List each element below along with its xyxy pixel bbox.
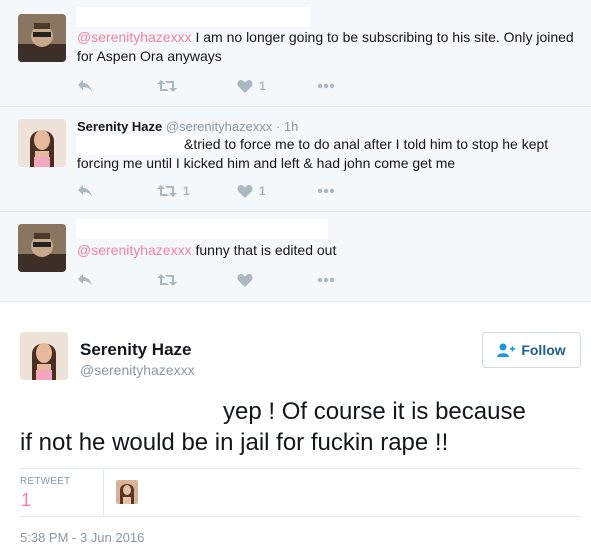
mention-link[interactable]: @serenityhazexxx <box>77 29 192 45</box>
reply-text: @serenityhazexxx funny that is edited ou… <box>77 242 337 258</box>
redaction-box <box>76 219 328 239</box>
retweet-count: 1 <box>183 184 190 198</box>
author-name[interactable]: Serenity Haze <box>77 119 162 134</box>
reply-action[interactable] <box>77 273 157 287</box>
redaction-box <box>76 7 310 27</box>
reply-tweet-3[interactable]: @serenityhazexxx funny that is edited ou… <box>0 212 591 302</box>
tweet-actions: 1 <box>77 76 357 96</box>
more-action[interactable] <box>317 188 357 194</box>
tweet-time[interactable]: · 1h <box>276 119 298 134</box>
reply-text-line: &tried to force me to do anal after I to… <box>184 136 549 152</box>
like-action[interactable]: 1 <box>237 79 317 93</box>
avatar[interactable] <box>20 332 68 380</box>
more-icon <box>317 277 335 283</box>
retweet-action[interactable] <box>157 273 237 287</box>
reply-icon <box>78 274 92 286</box>
retweet-icon <box>157 185 177 197</box>
reply-tweet-2[interactable]: Serenity Haze @serenityhazexxx · 1h &tri… <box>0 107 591 212</box>
retweeter-avatar[interactable] <box>116 480 138 504</box>
tweet-body-line: yep ! Of course it is because <box>223 398 526 425</box>
retweet-icon <box>157 274 177 286</box>
like-action[interactable]: 1 <box>237 184 317 198</box>
tweet-body-line: if not he would be in jail for fuckin ra… <box>20 429 449 456</box>
reply-text: &tried to force me to do anal after I to… <box>77 135 577 173</box>
tweet-actions: 1 1 <box>77 181 357 201</box>
like-count: 1 <box>259 79 266 93</box>
main-tweet: Serenity Haze @serenityhazexxx Follow ye… <box>0 302 591 558</box>
tweet-actions <box>77 270 357 290</box>
mention-link[interactable]: @serenityhazexxx <box>77 242 192 258</box>
like-count: 1 <box>259 184 266 198</box>
add-user-icon <box>497 343 516 357</box>
heart-icon <box>237 185 253 198</box>
avatar[interactable] <box>18 14 66 62</box>
reply-header: Serenity Haze @serenityhazexxx · 1h <box>77 119 298 134</box>
like-action[interactable] <box>237 273 317 287</box>
more-action[interactable] <box>317 83 357 89</box>
divider <box>20 516 581 517</box>
retweet-icon <box>157 80 177 92</box>
reply-icon <box>78 185 92 197</box>
reply-text-line: forcing me until I kicked him and left &… <box>77 155 456 171</box>
author-handle[interactable]: @serenityhazexxx <box>80 362 195 378</box>
author-handle[interactable]: @serenityhazexxx <box>166 119 272 134</box>
reply-action[interactable] <box>77 184 157 198</box>
heart-icon <box>237 274 253 287</box>
tweet-timestamp[interactable]: 5:38 PM - 3 Jun 2016 <box>20 530 144 545</box>
follow-button[interactable]: Follow <box>482 332 581 368</box>
heart-icon <box>237 80 253 93</box>
avatar[interactable] <box>18 119 66 167</box>
divider <box>20 468 581 469</box>
more-icon <box>317 83 335 89</box>
retweet-action[interactable]: 1 <box>157 184 237 198</box>
avatar[interactable] <box>18 224 66 272</box>
reply-icon <box>78 80 92 92</box>
retweet-action[interactable] <box>157 79 237 93</box>
divider <box>103 469 104 516</box>
reply-action[interactable] <box>77 79 157 93</box>
more-action[interactable] <box>317 277 357 283</box>
author-name[interactable]: Serenity Haze <box>80 340 192 360</box>
more-icon <box>317 188 335 194</box>
reply-tweet-1[interactable]: @serenityhazexxx I am no longer going to… <box>0 0 591 107</box>
reply-text: @serenityhazexxx I am no longer going to… <box>77 29 574 64</box>
retweet-stat-label: RETWEET <box>20 476 71 487</box>
retweet-stat-count[interactable]: 1 <box>21 490 31 511</box>
follow-label: Follow <box>521 342 566 358</box>
